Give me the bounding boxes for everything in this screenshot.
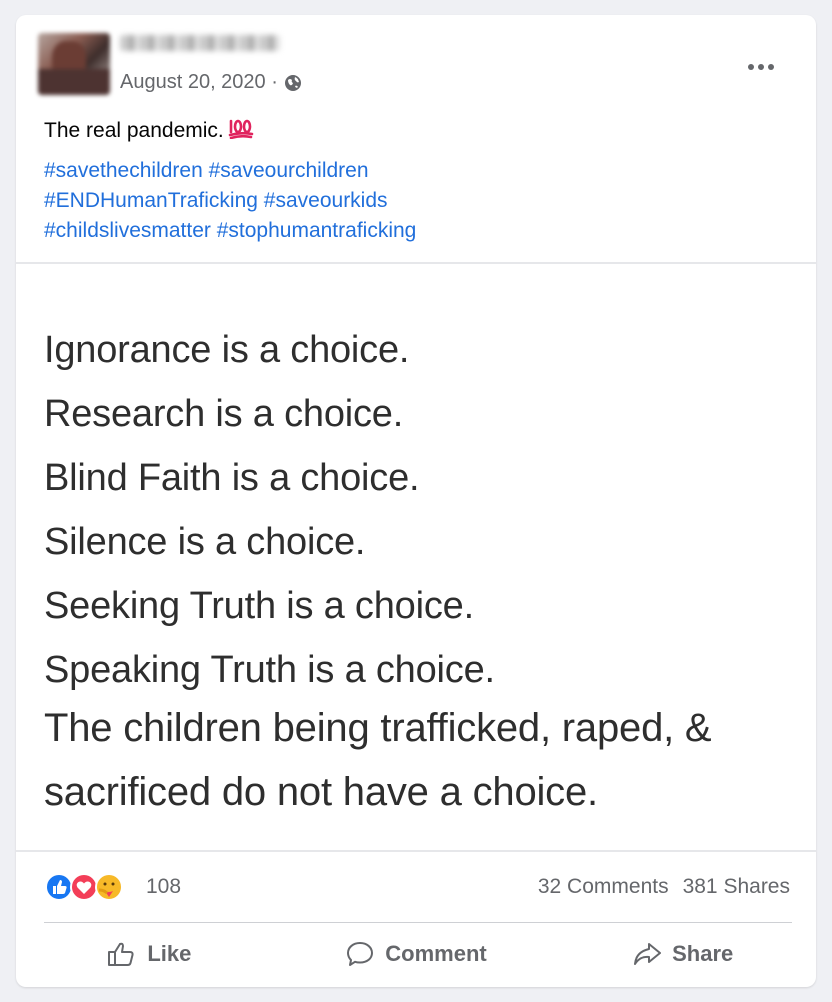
reaction-count[interactable]: 108 (146, 875, 181, 899)
comments-count[interactable]: 32 Comments (538, 875, 669, 899)
hashtag-line[interactable]: #childslivesmatter #stophumantraficking (44, 216, 784, 246)
like-button[interactable]: Like (16, 932, 283, 976)
post-header: August 20, 2020 · (16, 15, 816, 105)
quote-line: Seeking Truth is a choice. (44, 585, 474, 627)
reaction-icons[interactable] (44, 872, 124, 902)
hashtags: #savethechildren #saveourchildren #ENDHu… (44, 156, 784, 246)
author-name-blurred[interactable] (120, 35, 280, 51)
globe-icon (284, 74, 302, 92)
comment-icon (345, 940, 375, 968)
like-icon (107, 941, 137, 967)
quote-line: Speaking Truth is a choice. (44, 649, 495, 691)
post-caption: The real pandemic. (44, 119, 224, 142)
hashtag-line[interactable]: #ENDHumanTraficking #saveourkids (44, 186, 784, 216)
quote-line: Ignorance is a choice. (44, 329, 410, 371)
post-card: August 20, 2020 · The real pandemic. #sa… (16, 15, 816, 987)
share-label: Share (672, 941, 734, 966)
divider (44, 922, 792, 923)
comment-button[interactable]: Comment (283, 932, 550, 976)
quote-lines: Ignorance is a choice. Research is a cho… (44, 318, 495, 702)
quote-final-line: The children being trafficked, raped, & (44, 706, 712, 750)
quote-line: Blind Faith is a choice. (44, 457, 420, 499)
post-meta: August 20, 2020 · (120, 71, 302, 94)
more-icon[interactable] (746, 59, 776, 70)
post-date[interactable]: August 20, 2020 · (120, 71, 278, 94)
care-reaction-icon (94, 872, 124, 902)
like-label: Like (147, 941, 192, 966)
divider (16, 850, 816, 852)
avatar[interactable] (38, 33, 110, 95)
quote-final-line: sacrificed do not have a choice. (44, 770, 598, 814)
engagement-counts: 32 Comments 381 Shares (538, 875, 790, 899)
hundred-emoji-icon (228, 117, 254, 148)
hashtag-line[interactable]: #savethechildren #saveourchildren (44, 156, 784, 186)
comment-label: Comment (385, 941, 487, 966)
shares-count[interactable]: 381 Shares (683, 875, 790, 899)
share-icon (632, 941, 662, 967)
share-button[interactable]: Share (549, 932, 816, 976)
post-image[interactable]: Ignorance is a choice. Research is a cho… (16, 264, 816, 850)
post-stats: 108 32 Comments 381 Shares (16, 870, 816, 906)
action-bar: Like Comment Share (16, 932, 816, 976)
quote-final: The children being trafficked, raped, & … (44, 696, 712, 824)
post-body: The real pandemic. #savethechildren #sav… (44, 116, 784, 246)
quote-line: Research is a choice. (44, 393, 404, 435)
quote-line: Silence is a choice. (44, 521, 366, 563)
